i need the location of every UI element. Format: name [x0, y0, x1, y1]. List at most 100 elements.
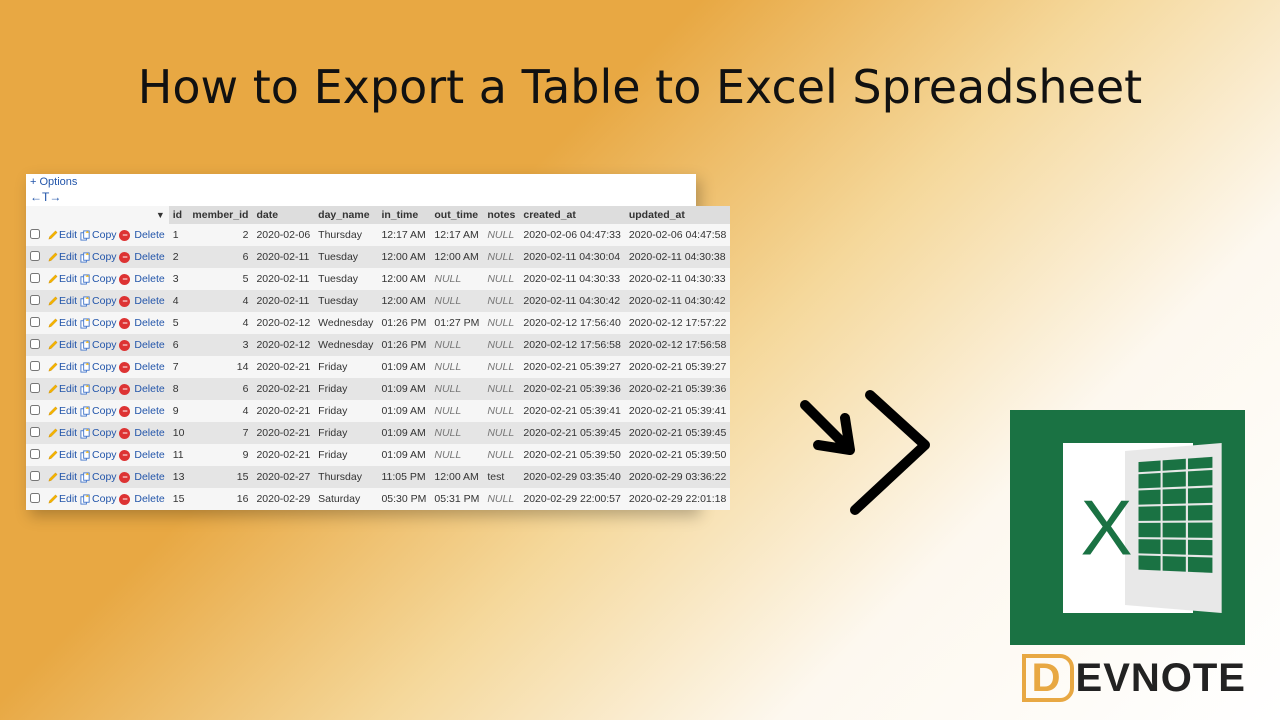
edit-link[interactable]: Edit — [59, 493, 77, 505]
edit-link[interactable]: Edit — [59, 383, 77, 395]
edit-link[interactable]: Edit — [59, 427, 77, 439]
delete-icon[interactable]: − — [119, 494, 130, 505]
delete-icon[interactable]: − — [119, 252, 130, 263]
delete-link[interactable]: Delete — [134, 405, 164, 417]
delete-icon[interactable]: − — [119, 340, 130, 351]
delete-link[interactable]: Delete — [134, 383, 164, 395]
cell-checkbox[interactable] — [26, 290, 44, 312]
delete-icon[interactable]: − — [119, 450, 130, 461]
col-day-name[interactable]: day_name — [314, 206, 377, 224]
row-checkbox[interactable] — [30, 361, 40, 371]
row-checkbox[interactable] — [30, 383, 40, 393]
sort-arrows[interactable]: ←T→ — [26, 190, 696, 206]
cell-checkbox[interactable] — [26, 246, 44, 268]
delete-icon[interactable]: − — [119, 472, 130, 483]
sort-icon[interactable]: ▼ — [156, 210, 165, 220]
table-row[interactable]: Edit Copy − Delete942020-02-21Friday01:0… — [26, 400, 730, 422]
delete-link[interactable]: Delete — [134, 493, 164, 505]
copy-link[interactable]: Copy — [92, 251, 117, 263]
row-checkbox[interactable] — [30, 295, 40, 305]
table-row[interactable]: Edit Copy − Delete542020-02-12Wednesday0… — [26, 312, 730, 334]
table-row[interactable]: Edit Copy − Delete262020-02-11Tuesday12:… — [26, 246, 730, 268]
table-row[interactable]: Edit Copy − Delete1072020-02-21Friday01:… — [26, 422, 730, 444]
edit-link[interactable]: Edit — [59, 273, 77, 285]
copy-link[interactable]: Copy — [92, 295, 117, 307]
edit-link[interactable]: Edit — [59, 229, 77, 241]
table-row[interactable]: Edit Copy − Delete1192020-02-21Friday01:… — [26, 444, 730, 466]
delete-link[interactable]: Delete — [134, 471, 164, 483]
cell-checkbox[interactable] — [26, 466, 44, 488]
cell-checkbox[interactable] — [26, 400, 44, 422]
edit-link[interactable]: Edit — [59, 449, 77, 461]
cell-checkbox[interactable] — [26, 356, 44, 378]
delete-icon[interactable]: − — [119, 384, 130, 395]
delete-link[interactable]: Delete — [134, 295, 164, 307]
col-in-time[interactable]: in_time — [377, 206, 430, 224]
table-row[interactable]: Edit Copy − Delete15162020-02-29Saturday… — [26, 488, 730, 510]
edit-link[interactable]: Edit — [59, 339, 77, 351]
copy-link[interactable]: Copy — [92, 317, 117, 329]
delete-icon[interactable]: − — [119, 296, 130, 307]
edit-link[interactable]: Edit — [59, 361, 77, 373]
table-row[interactable]: Edit Copy − Delete862020-02-21Friday01:0… — [26, 378, 730, 400]
delete-icon[interactable]: − — [119, 318, 130, 329]
cell-checkbox[interactable] — [26, 312, 44, 334]
row-checkbox[interactable] — [30, 449, 40, 459]
delete-link[interactable]: Delete — [134, 317, 164, 329]
copy-link[interactable]: Copy — [92, 273, 117, 285]
col-updated-at[interactable]: updated_at — [625, 206, 731, 224]
copy-link[interactable]: Copy — [92, 339, 117, 351]
col-notes[interactable]: notes — [483, 206, 519, 224]
col-date[interactable]: date — [252, 206, 314, 224]
cell-checkbox[interactable] — [26, 444, 44, 466]
copy-link[interactable]: Copy — [92, 361, 117, 373]
cell-checkbox[interactable] — [26, 268, 44, 290]
row-checkbox[interactable] — [30, 471, 40, 481]
edit-link[interactable]: Edit — [59, 471, 77, 483]
cell-checkbox[interactable] — [26, 378, 44, 400]
delete-link[interactable]: Delete — [134, 229, 164, 241]
edit-link[interactable]: Edit — [59, 405, 77, 417]
copy-link[interactable]: Copy — [92, 427, 117, 439]
delete-link[interactable]: Delete — [134, 449, 164, 461]
delete-icon[interactable]: − — [119, 428, 130, 439]
row-checkbox[interactable] — [30, 405, 40, 415]
row-checkbox[interactable] — [30, 273, 40, 283]
table-row[interactable]: Edit Copy − Delete122020-02-06Thursday12… — [26, 224, 730, 246]
copy-link[interactable]: Copy — [92, 383, 117, 395]
delete-icon[interactable]: − — [119, 362, 130, 373]
row-checkbox[interactable] — [30, 339, 40, 349]
copy-link[interactable]: Copy — [92, 229, 117, 241]
options-link[interactable]: + Options — [26, 174, 696, 190]
delete-link[interactable]: Delete — [134, 339, 164, 351]
cell-checkbox[interactable] — [26, 334, 44, 356]
table-row[interactable]: Edit Copy − Delete442020-02-11Tuesday12:… — [26, 290, 730, 312]
col-member-id[interactable]: member_id — [188, 206, 252, 224]
delete-link[interactable]: Delete — [134, 251, 164, 263]
delete-icon[interactable]: − — [119, 230, 130, 241]
row-checkbox[interactable] — [30, 251, 40, 261]
delete-icon[interactable]: − — [119, 406, 130, 417]
table-row[interactable]: Edit Copy − Delete13152020-02-27Thursday… — [26, 466, 730, 488]
edit-link[interactable]: Edit — [59, 295, 77, 307]
row-checkbox[interactable] — [30, 317, 40, 327]
copy-link[interactable]: Copy — [92, 493, 117, 505]
cell-checkbox[interactable] — [26, 422, 44, 444]
edit-link[interactable]: Edit — [59, 317, 77, 329]
table-row[interactable]: Edit Copy − Delete7142020-02-21Friday01:… — [26, 356, 730, 378]
table-row[interactable]: Edit Copy − Delete352020-02-11Tuesday12:… — [26, 268, 730, 290]
cell-checkbox[interactable] — [26, 224, 44, 246]
col-created-at[interactable]: created_at — [519, 206, 625, 224]
copy-link[interactable]: Copy — [92, 449, 117, 461]
delete-link[interactable]: Delete — [134, 427, 164, 439]
delete-icon[interactable]: − — [119, 274, 130, 285]
col-id[interactable]: id — [169, 206, 189, 224]
table-row[interactable]: Edit Copy − Delete632020-02-12Wednesday0… — [26, 334, 730, 356]
col-out-time[interactable]: out_time — [430, 206, 483, 224]
cell-checkbox[interactable] — [26, 488, 44, 510]
edit-link[interactable]: Edit — [59, 251, 77, 263]
row-checkbox[interactable] — [30, 427, 40, 437]
delete-link[interactable]: Delete — [134, 361, 164, 373]
row-checkbox[interactable] — [30, 229, 40, 239]
delete-link[interactable]: Delete — [134, 273, 164, 285]
